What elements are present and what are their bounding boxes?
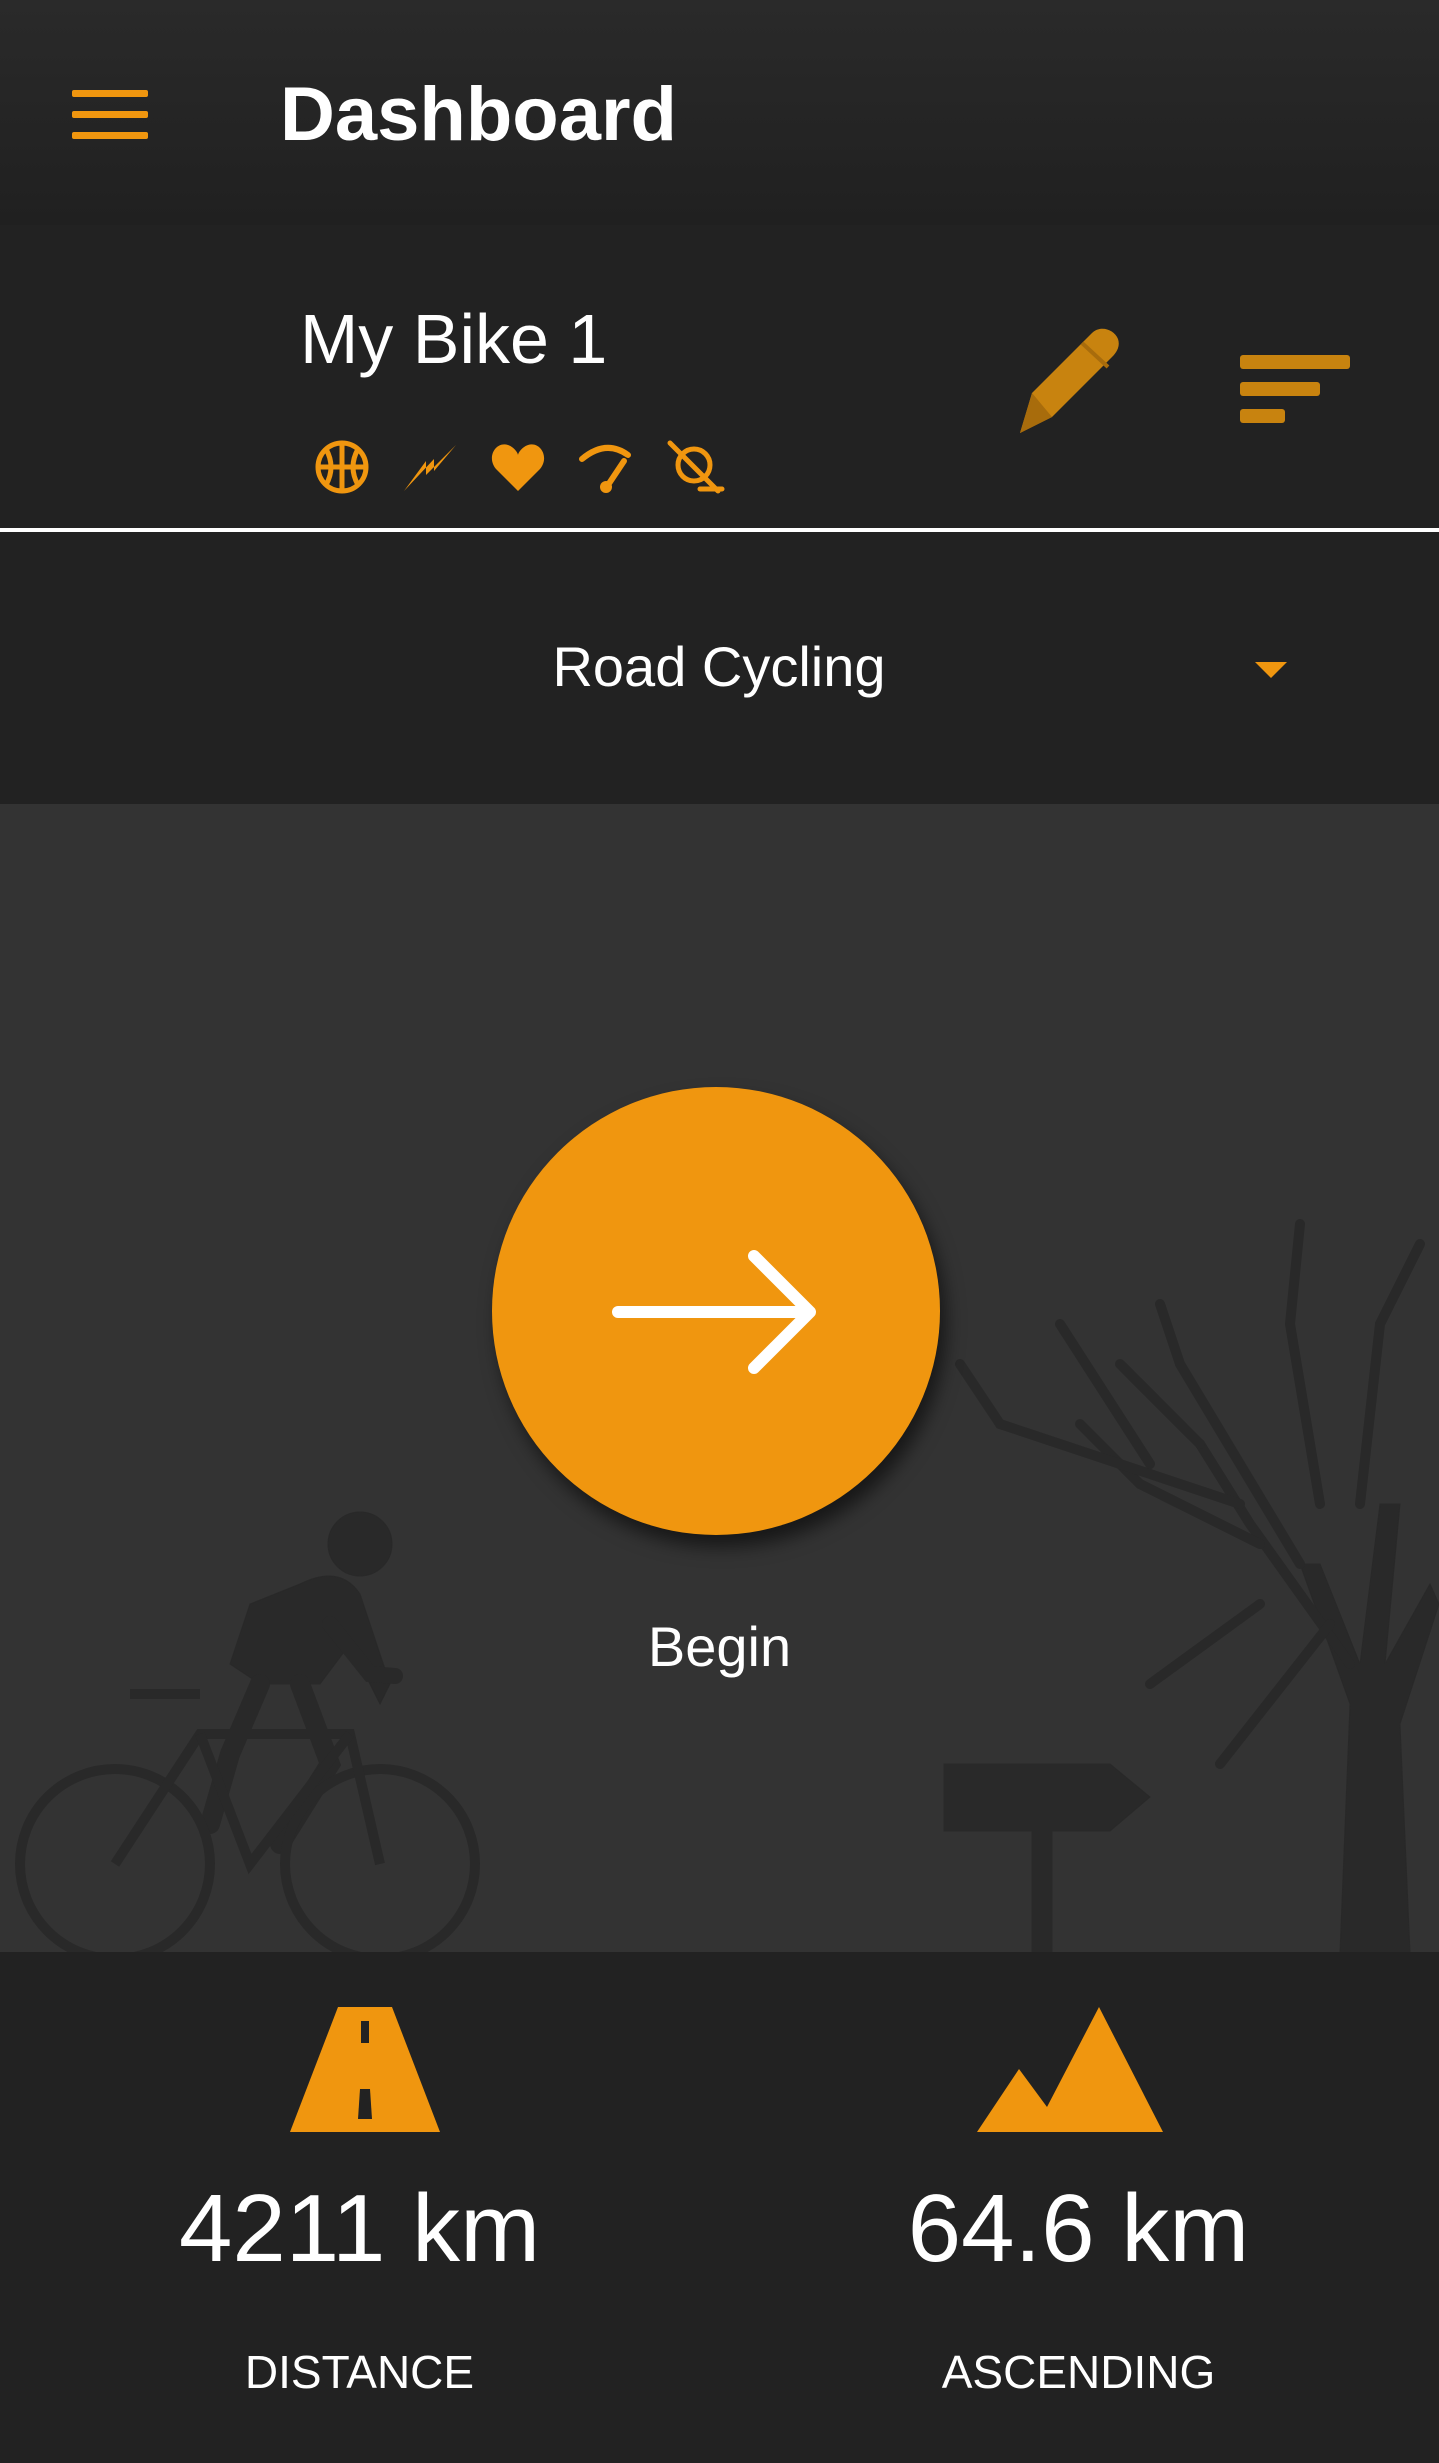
- activity-type-value: Road Cycling: [552, 635, 886, 698]
- heart-rate-icon: [488, 437, 556, 497]
- speed-sensor-icon: [576, 437, 644, 497]
- ascending-value: 64.6 km: [907, 2175, 1250, 2282]
- stats-panel: 4211 km DISTANCE 64.6 km ASCENDING: [0, 1952, 1439, 2463]
- page-title: Dashboard: [280, 72, 677, 157]
- activity-section: Road Cycling: [0, 532, 1439, 825]
- ascending-stat: 64.6 km ASCENDING: [719, 1952, 1438, 2463]
- distance-value: 4211 km: [178, 2175, 541, 2282]
- start-area: Begin: [0, 804, 1439, 1952]
- ascending-label: ASCENDING: [941, 2346, 1216, 2398]
- caret-down-icon: [1255, 662, 1287, 678]
- hamburger-menu-icon[interactable]: [60, 80, 160, 150]
- mountains-icon: [977, 2007, 1163, 2132]
- bike-name[interactable]: My Bike 1: [300, 299, 607, 379]
- distance-label: DISTANCE: [244, 2346, 475, 2398]
- pencil-icon[interactable]: [1000, 315, 1130, 445]
- start-button[interactable]: [492, 1087, 940, 1535]
- power-sensor-icon: [400, 437, 468, 497]
- sort-icon[interactable]: [1230, 335, 1350, 435]
- sensor-icons: [312, 437, 732, 497]
- bike-header: My Bike 1: [0, 225, 1439, 528]
- start-label: Begin: [647, 1615, 792, 1678]
- activity-type-dropdown[interactable]: Road Cycling: [40, 592, 1398, 825]
- cadence-sensor-icon: [664, 437, 732, 497]
- app-bar: Dashboard: [0, 0, 1439, 225]
- wheel-sensor-icon: [312, 437, 380, 497]
- distance-stat: 4211 km DISTANCE: [0, 1952, 719, 2463]
- arrow-right-icon: [612, 1250, 816, 1374]
- road-icon: [290, 2007, 440, 2132]
